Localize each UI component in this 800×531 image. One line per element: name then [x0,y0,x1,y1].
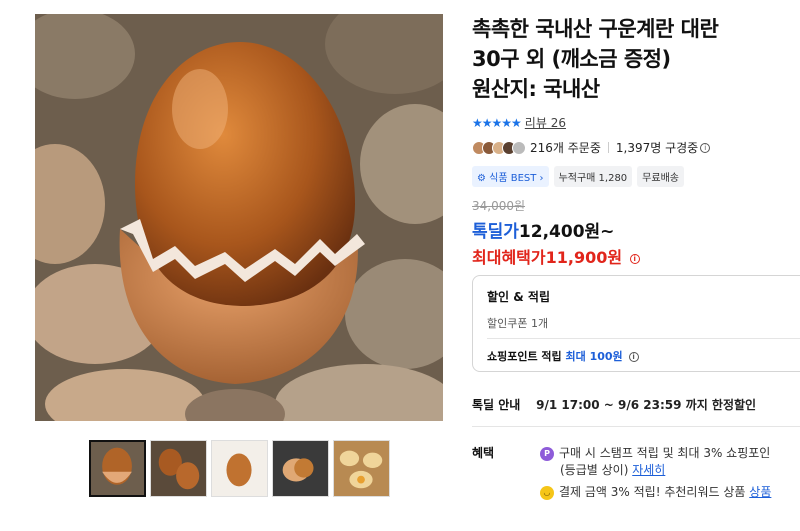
reward-product-link[interactable]: 상품 [749,485,771,499]
thumbnail-1[interactable] [89,440,146,497]
deal-price-value: 12,400원~ [518,222,615,242]
shipping-badge: 무료배송 [637,166,684,187]
badge-list: ⚙ 식품 BEST › 누적구매 1,280 무료배송 [472,166,800,187]
deal-price: 톡딜가12,400원~ [472,217,800,242]
thumbnail-3[interactable] [211,440,268,497]
divider [607,142,609,153]
benefit-reward: ◡ 결제 금액 3% 적립! 추천리워드 상품 상품 [540,483,771,500]
benefit-stamp-note: (등급별 상이) [560,463,629,477]
cumulative-badge: 누적구매 1,280 [553,166,633,187]
discount-points-box: 할인 & 적립 할인쿠폰 1개 쇼핑포인트 적립 최대 100원 i [472,275,800,372]
details-link[interactable]: 자세히 [632,463,665,477]
title-line-1: 촉촉한 국내산 구운계란 대란 [472,17,719,41]
thumbnail-list [89,440,390,497]
divider [487,338,800,339]
benefit-stamp-text: 구매 시 스탬프 적립 및 최대 3% 쇼핑포인 [559,446,771,460]
shopping-point: 쇼핑포인트 적립 최대 100원 i [487,348,639,364]
thumbnail-2[interactable] [150,440,207,497]
discount-box-title: 할인 & 적립 [487,290,550,304]
review-summary: ★★★★★ 리뷰 26 [472,114,800,131]
deal-info-label: 톡딜 안내 [472,398,521,412]
product-info: 촉촉한 국내산 구운계란 대란 30구 외 (깨소금 증정) 원산지: 국내산 … [472,14,800,268]
info-icon[interactable]: i [629,253,640,264]
point-coin-icon: P [540,446,554,461]
order-stats: 216개 주문중 1,397명 구경중 i [472,139,800,156]
star-rating-icon: ★★★★★ [472,115,522,130]
buyer-avatars [472,140,526,155]
title-line-2: 30구 외 (깨소금 증정) [472,47,671,71]
deal-info-period: 9/1 17:00 ~ 9/6 23:59 까지 한정할인 [536,398,757,412]
benefit-stamp-detail: (등급별 상이) 자세히 [560,461,665,478]
thumbnail-5[interactable] [333,440,390,497]
benefits-label: 혜택 [472,446,495,460]
title-line-3: 원산지: 국내산 [472,77,600,101]
max-price-value: 11,900원 [545,248,623,267]
max-benefit-price: 최대혜택가11,900원 i [472,244,800,268]
deal-price-label: 톡딜가 [472,222,519,242]
best-badge[interactable]: ⚙ 식품 BEST › [472,166,549,187]
thumbnail-4[interactable] [272,440,329,497]
divider [472,426,800,427]
coupon-count[interactable]: 할인쿠폰 1개 [487,315,797,331]
shopping-point-label: 쇼핑포인트 적립 [487,350,562,363]
product-main-image [35,14,443,421]
benefit-stamp: P 구매 시 스탬프 적립 및 최대 3% 쇼핑포인 [540,444,770,461]
product-title: 촉촉한 국내산 구운계란 대란 30구 외 (깨소금 증정) 원산지: 국내산 [472,14,800,104]
max-price-label: 최대혜택가 [472,248,546,267]
benefit-reward-text: 결제 금액 3% 적립! 추천리워드 상품 [559,485,746,499]
shopping-point-max: 최대 100원 [565,350,623,363]
best-badge-label: 식품 BEST [489,173,537,184]
order-count: 216개 주문중 [530,141,601,155]
info-icon[interactable]: i [628,352,639,362]
reward-coin-icon: ◡ [540,485,554,500]
review-link[interactable]: 리뷰 26 [525,114,566,131]
viewer-count: 1,397명 구경중 [615,141,699,155]
info-icon[interactable]: i [700,142,711,153]
avatar [512,140,526,155]
original-price: 34,000원 [472,199,526,213]
deal-info: 톡딜 안내 9/1 17:00 ~ 9/6 23:59 까지 한정할인 [472,396,756,413]
